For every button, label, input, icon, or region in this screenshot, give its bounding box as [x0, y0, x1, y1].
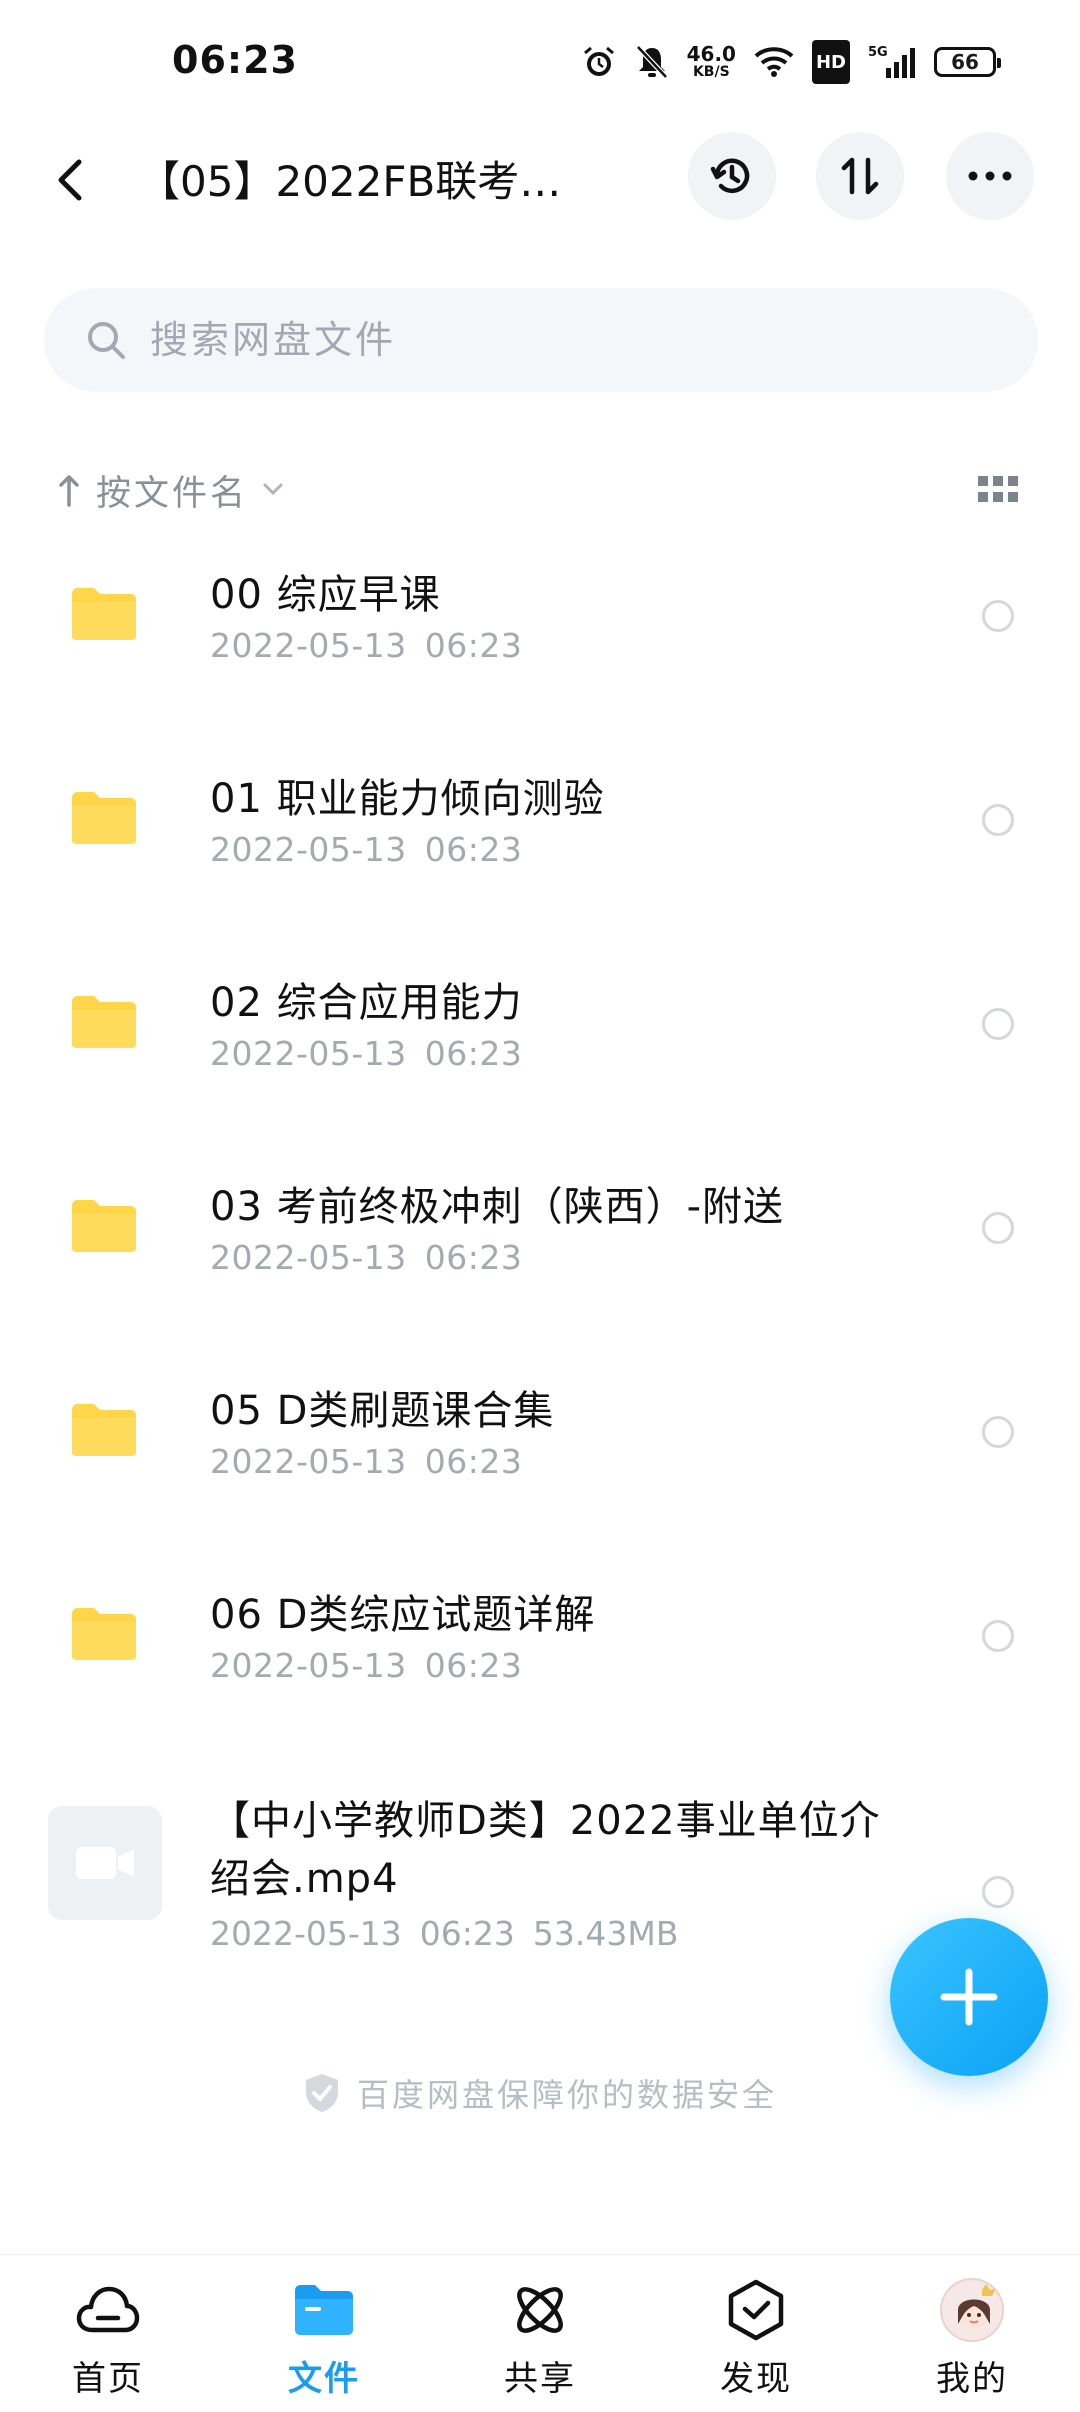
file-name: 03 考前终极冲刺（陕西）-附送: [210, 1184, 785, 1230]
arrow-up-icon: [56, 470, 82, 510]
wifi-icon: [754, 40, 794, 84]
file-name: 01 职业能力倾向测验: [210, 776, 605, 822]
hd-badge: HD: [811, 40, 850, 84]
tab-label: 首页: [72, 2359, 144, 2399]
history-icon: [710, 158, 750, 194]
atom-icon: [505, 2275, 575, 2345]
folder-row[interactable]: 01 职业能力倾向测验 2022-05-13 06:23: [0, 752, 1080, 956]
folder-row[interactable]: 05 D类刷题课合集 2022-05-13 06:23: [0, 1364, 1080, 1568]
tab-discover[interactable]: 发现: [648, 2255, 864, 2412]
file-meta: 2022-05-13 06:23: [210, 626, 523, 665]
file-name: 02 综合应用能力: [210, 980, 523, 1026]
discover-icon: [721, 2275, 791, 2345]
status-bar: 06:23 46.0 KB/S HD 5G 66: [0, 0, 1080, 130]
folder-icon: [72, 1608, 136, 1660]
more-icon: [968, 171, 1012, 181]
file-meta: 2022-05-13 06:23: [210, 1442, 523, 1481]
tab-label: 我的: [936, 2359, 1008, 2399]
history-button[interactable]: [688, 132, 776, 220]
security-text: 百度网盘保障你的数据安全: [356, 2076, 777, 2114]
battery-level: 66: [951, 50, 979, 74]
folder-icon: [72, 1404, 136, 1456]
net-speed: 46.0 KB/S: [686, 42, 736, 80]
file-name: 05 D类刷题课合集: [210, 1388, 555, 1434]
sort-label: 按文件名: [96, 473, 249, 514]
folder-row[interactable]: 02 综合应用能力 2022-05-13 06:23: [0, 956, 1080, 1160]
tab-home[interactable]: 首页: [0, 2255, 216, 2412]
file-meta: 2022-05-13 06:23: [210, 1034, 523, 1073]
security-notice: 百度网盘保障你的数据安全: [0, 2070, 1080, 2116]
grid-view-toggle[interactable]: [978, 476, 1018, 506]
sort-button[interactable]: [816, 132, 904, 220]
add-button[interactable]: [890, 1918, 1048, 2076]
file-meta: 2022-05-13 06:23: [210, 1238, 523, 1277]
chevron-left-icon: [58, 159, 82, 201]
back-button[interactable]: [40, 150, 100, 210]
file-name: 【中小学教师D类】2022事业单位介绍会.mp4: [210, 1798, 881, 1902]
sort-selector[interactable]: 按文件名: [56, 462, 284, 518]
file-meta: 2022-05-13 06:23: [210, 1646, 523, 1685]
select-checkbox[interactable]: [982, 1876, 1014, 1908]
folder-icon: [72, 792, 136, 844]
sort-icon: [841, 157, 879, 195]
select-checkbox[interactable]: [982, 1620, 1014, 1652]
battery-icon: 66: [934, 47, 1001, 77]
more-button[interactable]: [946, 132, 1034, 220]
file-name: 00 综应早课: [210, 572, 441, 618]
file-name: 06 D类综应试题详解: [210, 1592, 596, 1638]
alarm-icon: [581, 40, 617, 84]
tab-label: 文件: [288, 2359, 360, 2399]
select-checkbox[interactable]: [982, 1212, 1014, 1244]
status-time: 06:23: [172, 38, 298, 82]
tab-files[interactable]: 文件: [216, 2255, 432, 2412]
folder-icon: [72, 1200, 136, 1252]
folder-icon: [72, 588, 136, 640]
avatar-icon: [958, 2284, 996, 2328]
video-thumbnail: [48, 1806, 162, 1920]
file-meta: 2022-05-13 06:23 53.43MB: [210, 1914, 679, 1953]
mute-icon: [635, 40, 669, 84]
plus-icon: [940, 1968, 998, 2026]
search-input[interactable]: [150, 318, 950, 362]
search-bar[interactable]: [44, 288, 1038, 392]
folder-row[interactable]: 06 D类综应试题详解 2022-05-13 06:23: [0, 1568, 1080, 1772]
folder-row[interactable]: 03 考前终极冲刺（陕西）-附送 2022-05-13 06:23: [0, 1160, 1080, 1364]
file-meta: 2022-05-13 06:23: [210, 830, 523, 869]
select-checkbox[interactable]: [982, 804, 1014, 836]
tab-mine[interactable]: 我的: [864, 2255, 1080, 2412]
folder-row[interactable]: 00 综应早课 2022-05-13 06:23: [0, 548, 1080, 752]
header: 【05】2022FB联考…: [0, 130, 1080, 226]
avatar: [937, 2275, 1007, 2345]
tab-label: 发现: [720, 2359, 792, 2399]
status-icons: 46.0 KB/S HD 5G 66: [581, 40, 1001, 84]
cloud-icon: [73, 2275, 143, 2345]
select-checkbox[interactable]: [982, 1008, 1014, 1040]
grid-icon: [978, 476, 1018, 502]
tab-label: 共享: [504, 2359, 576, 2399]
tab-share[interactable]: 共享: [432, 2255, 648, 2412]
signal-icon: 5G: [868, 40, 916, 84]
bottom-nav: 首页 文件 共享 发现 我的: [0, 2254, 1080, 2412]
folder-icon: [289, 2275, 359, 2345]
signal-label: 5G: [868, 45, 888, 60]
select-checkbox[interactable]: [982, 1416, 1014, 1448]
video-camera-icon: [76, 1847, 134, 1879]
file-list: 00 综应早课 2022-05-13 06:23 01 职业能力倾向测验 2022…: [0, 548, 1080, 2002]
select-checkbox[interactable]: [982, 600, 1014, 632]
shield-icon: [305, 2074, 338, 2112]
page-title: 【05】2022FB联考…: [138, 157, 562, 206]
folder-icon: [72, 996, 136, 1048]
chevron-down-icon: [262, 481, 284, 500]
search-icon: [84, 318, 128, 362]
